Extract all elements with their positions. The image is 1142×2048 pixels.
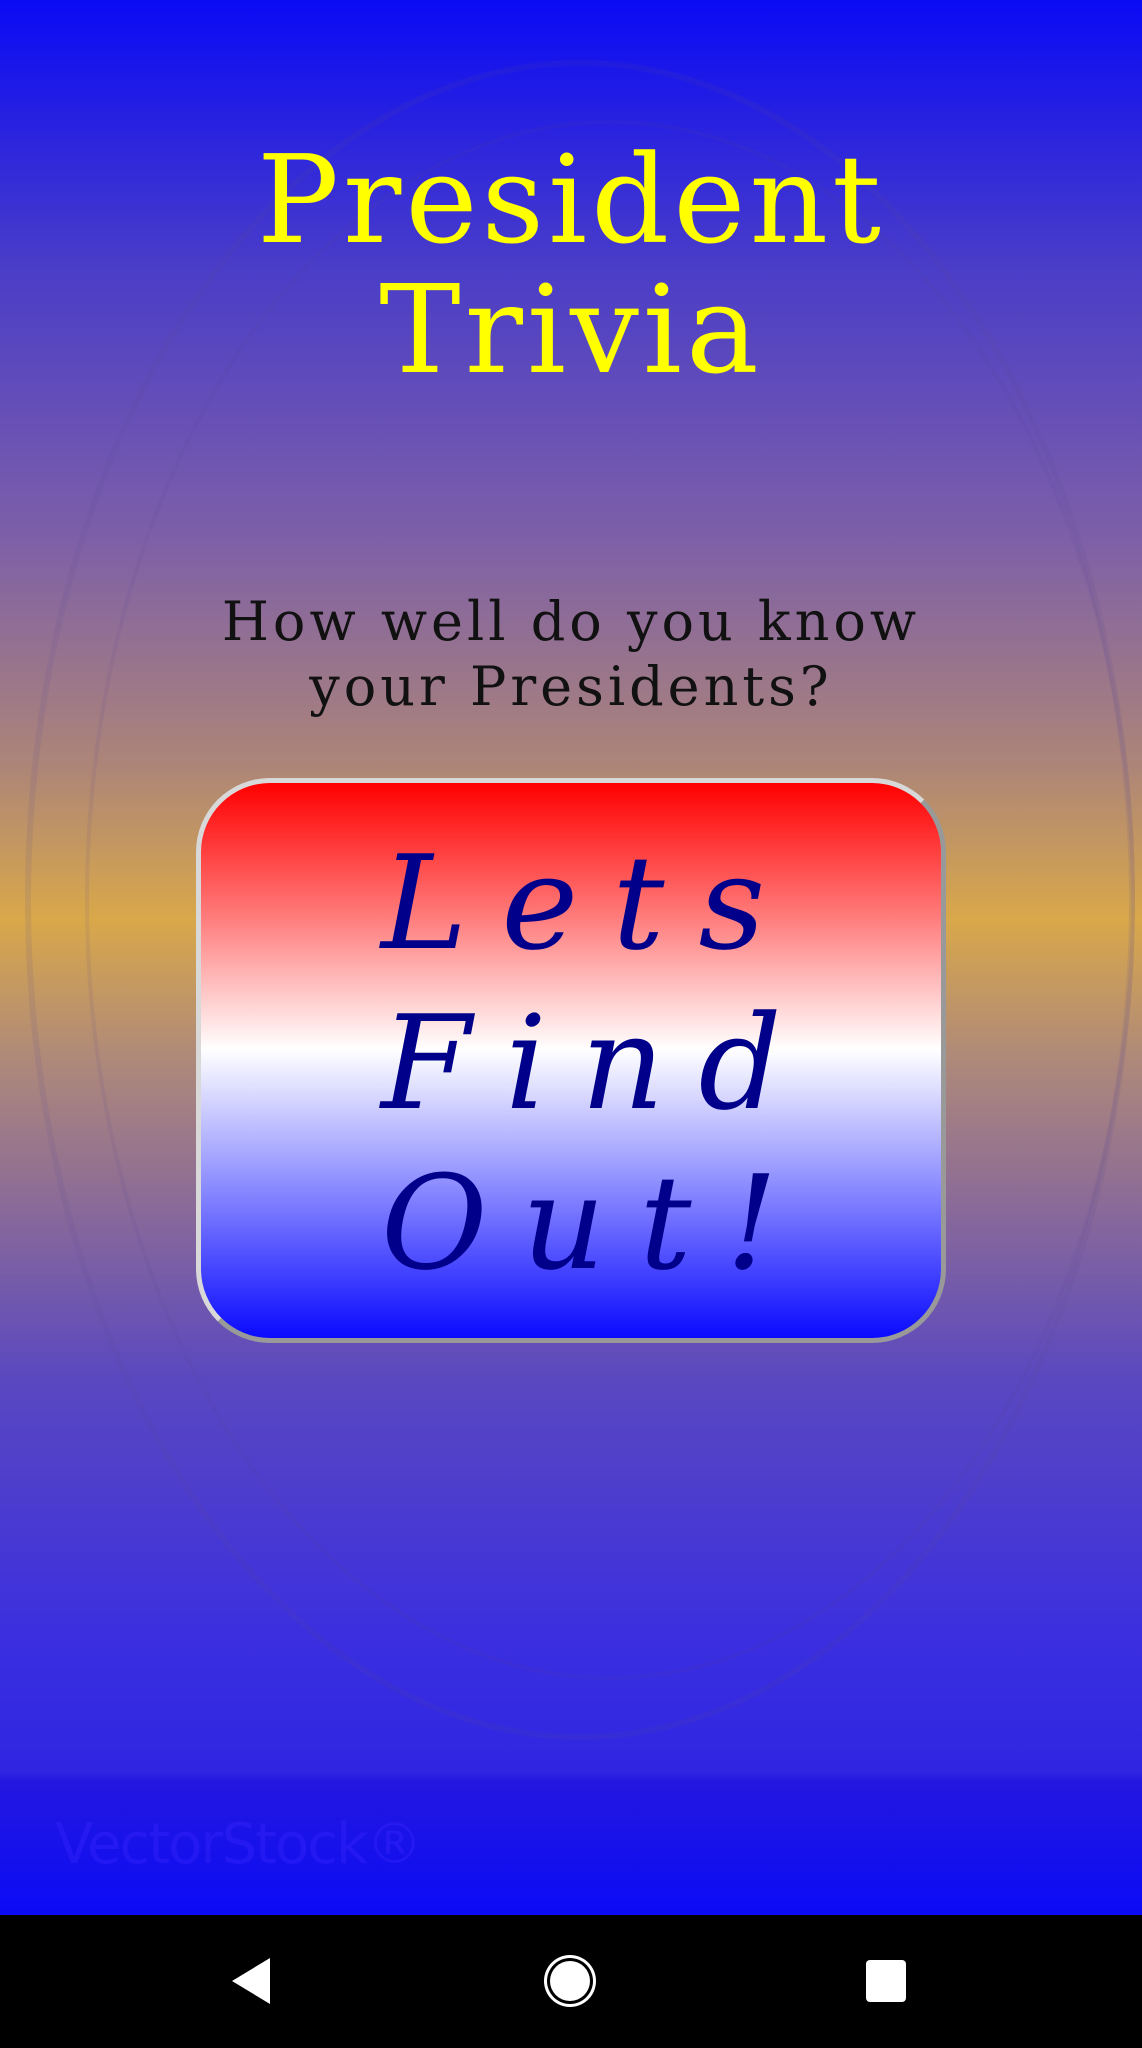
recent-apps-button[interactable] xyxy=(841,1941,931,2021)
home-button[interactable] xyxy=(525,1941,615,2021)
back-button[interactable] xyxy=(206,1941,296,2021)
button-label-line-1: Lets xyxy=(381,827,800,979)
lets-find-out-button[interactable]: Lets Find Out! xyxy=(196,778,946,1343)
back-icon xyxy=(232,1958,270,2004)
navigation-bar xyxy=(0,1915,1142,2048)
vectorstock-watermark: VectorStock® xyxy=(55,1812,422,1877)
home-icon xyxy=(550,1961,590,2001)
title-line-2: Trivia xyxy=(379,259,763,401)
button-label-line-2: Find xyxy=(381,987,816,1139)
subtitle-line-1: How well do you know xyxy=(221,590,921,653)
button-label-line-3: Out! xyxy=(381,1147,812,1299)
title-line-1: President xyxy=(256,129,886,271)
recent-apps-icon xyxy=(866,1960,906,2002)
subtitle-line-2: your Presidents? xyxy=(309,655,833,718)
